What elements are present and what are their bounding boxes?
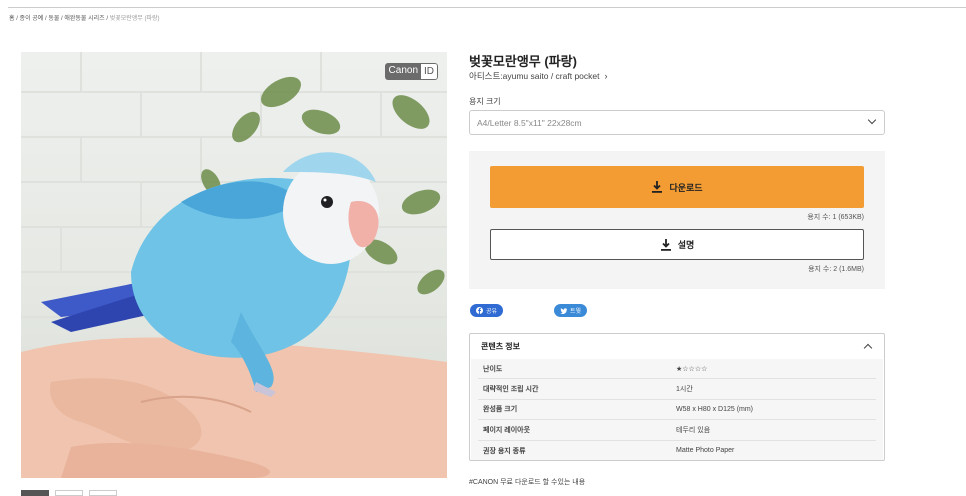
breadcrumb: 홈 / 종이 공예 / 동물 / 애완동물 시리즈 / 벚꽃모란앵무 (파랑) (9, 16, 160, 22)
manual-download-button[interactable]: 설명 (490, 229, 864, 260)
twitter-icon (560, 307, 567, 314)
content-info-title: 콘텐츠 정보 (481, 342, 521, 351)
info-row-size: 완성품 크기 W58 x H80 x D125 (mm) (478, 400, 876, 421)
paper-size-select[interactable]: A4/Letter 8.5"x11" 22x28cm (469, 110, 885, 135)
chevron-up-icon (863, 343, 873, 353)
info-row-assembly-time: 대략적인 조립 시간 1시간 (478, 379, 876, 400)
breadcrumb-animals[interactable]: 동물 (48, 16, 59, 22)
manual-file-info: 용지 수: 2 (1.6MB) (808, 266, 864, 273)
thumbnail-strip (21, 490, 117, 496)
info-row-layout: 페이지 레이아웃 테두리 있음 (478, 420, 876, 441)
thumbnail[interactable] (21, 490, 49, 496)
top-divider (8, 7, 966, 8)
download-icon (660, 238, 671, 251)
download-button[interactable]: 다운로드 (490, 166, 864, 208)
canon-id-badge: Canon ID (384, 63, 438, 80)
paper-size-label: 용지 크기 (469, 97, 501, 106)
chevron-down-icon (867, 115, 877, 125)
artist-name: 아티스트:ayumu saito / craft pocket (469, 71, 600, 81)
content-info-table: 난이도 ★☆☆☆☆ 대략적인 조립 시간 1시간 완성품 크기 W58 x H80 x… (471, 359, 883, 460)
content-info-header[interactable]: 콘텐츠 정보 (470, 334, 884, 359)
download-file-info: 용지 수: 1 (653KB) (807, 214, 864, 221)
chevron-right-icon: › (604, 71, 608, 81)
thumbnail[interactable] (55, 490, 83, 496)
thumbnail[interactable] (89, 490, 117, 496)
download-icon (652, 181, 663, 193)
info-row-difficulty: 난이도 ★☆☆☆☆ (478, 359, 876, 380)
download-panel: 다운로드 용지 수: 1 (653KB) 설명 용지 수: 2 (1.6MB) (469, 151, 885, 289)
breadcrumb-papercraft[interactable]: 종이 공예 (20, 16, 44, 22)
facebook-share-button[interactable]: 공유 (470, 304, 504, 317)
product-title: 벚꽃모란앵무 (파랑) (469, 54, 577, 69)
footer-note: #CANON 무료 다운로드 할 수있는 내용 (469, 479, 586, 486)
breadcrumb-pet-series[interactable]: 애완동물 시리즈 (64, 16, 104, 22)
twitter-share-button[interactable]: 트윗 (554, 304, 588, 317)
paper-size-value: A4/Letter 8.5"x11" 22x28cm (477, 118, 582, 128)
info-row-paper-type: 권장 용지 종류 Matte Photo Paper (483, 447, 735, 455)
manual-label: 설명 (677, 240, 695, 250)
parrot-illustration (21, 52, 447, 478)
facebook-icon (476, 307, 483, 314)
content-info-panel: 콘텐츠 정보 난이도 ★☆☆☆☆ 대략적인 조립 시간 1시간 완성품 크기 W58 … (469, 333, 885, 461)
download-label: 다운로드 (669, 182, 703, 193)
product-image[interactable]: Canon ID (21, 52, 447, 478)
breadcrumb-current: 벚꽃모란앵무 (파랑) (109, 16, 160, 22)
artist-link[interactable]: 아티스트:ayumu saito / craft pocket › (469, 70, 608, 82)
